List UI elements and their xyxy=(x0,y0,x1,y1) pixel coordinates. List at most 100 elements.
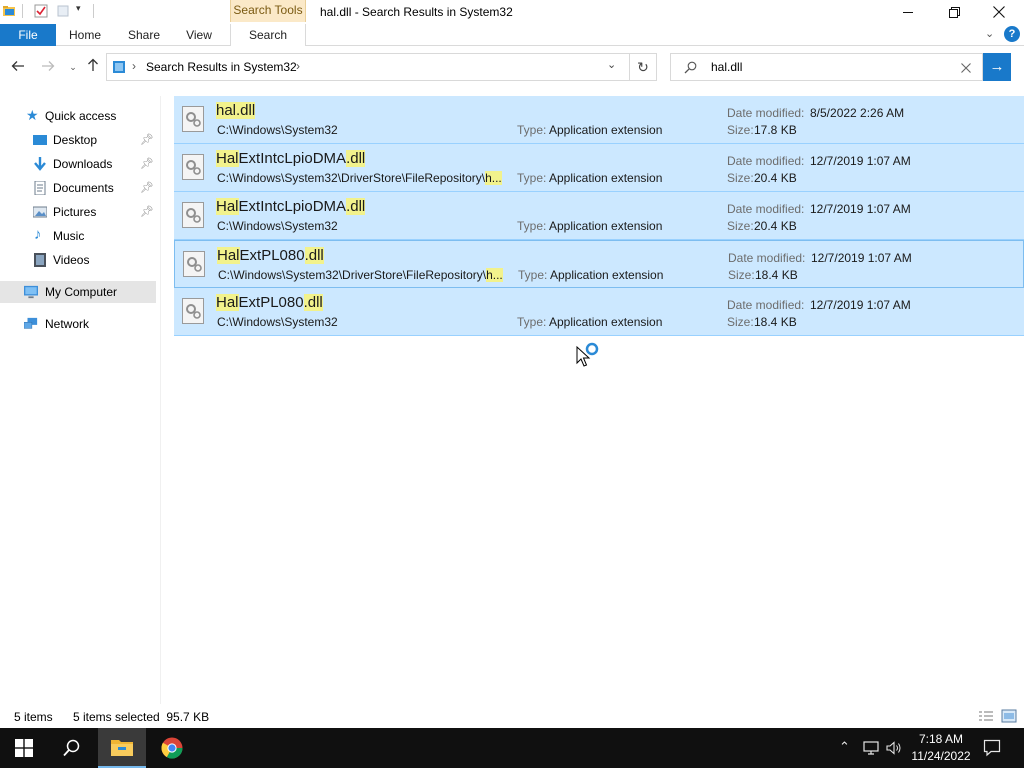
file-name[interactable]: HalExtPL080.dll xyxy=(217,247,324,264)
breadcrumb-separator-icon[interactable]: › xyxy=(132,59,136,73)
selection-info: 5 items selected 95.7 KB xyxy=(73,710,210,724)
breadcrumb-separator-icon[interactable]: › xyxy=(296,59,300,73)
item-count: 5 items xyxy=(14,710,53,724)
date-modified-label: Date modified: xyxy=(728,251,806,265)
search-taskbar-button[interactable] xyxy=(48,728,96,768)
date-modified-label: Date modified: xyxy=(727,106,805,120)
file-explorer-icon xyxy=(111,740,133,756)
network-status-icon[interactable] xyxy=(863,741,879,755)
show-hidden-icons-icon[interactable]: ⌃ xyxy=(839,739,850,755)
up-button[interactable] xyxy=(83,58,103,76)
result-row[interactable]: HalExtIntcLpioDMA.dll C:\Windows\System3… xyxy=(174,192,1024,240)
file-explorer-taskbar-button[interactable] xyxy=(98,728,146,768)
tab-home[interactable]: Home xyxy=(62,24,108,46)
explorer-icon[interactable] xyxy=(2,4,16,18)
search-icon xyxy=(684,61,697,74)
customize-qat-icon[interactable]: ▾ xyxy=(76,3,81,14)
type-value: Application extension xyxy=(549,171,663,185)
nav-desktop[interactable]: Desktop 📌︎ xyxy=(0,129,156,151)
start-button[interactable] xyxy=(0,728,48,768)
qat-divider xyxy=(22,4,23,18)
close-icon xyxy=(993,6,1005,18)
size-value: 20.4 KB xyxy=(754,171,797,185)
help-icon[interactable]: ? xyxy=(1004,26,1020,42)
search-results-icon xyxy=(113,61,125,73)
nav-quick-access-label: Quick access xyxy=(45,109,117,123)
size-value: 18.4 KB xyxy=(754,315,797,329)
nav-quick-access[interactable]: ★ Quick access xyxy=(0,105,156,127)
clock-date[interactable]: 11/24/2022 xyxy=(908,749,974,763)
action-center-icon[interactable] xyxy=(983,739,1001,757)
result-row[interactable]: HalExtPL080.dll C:\Windows\System32\Driv… xyxy=(174,240,1024,288)
back-button[interactable] xyxy=(8,58,28,76)
search-input[interactable]: hal.dll xyxy=(711,60,742,74)
tab-search[interactable]: Search xyxy=(230,24,306,46)
recent-locations-icon[interactable]: ⌄ xyxy=(63,58,83,76)
nav-music-label: Music xyxy=(53,229,85,243)
type-label: Type: xyxy=(517,123,547,137)
properties-icon[interactable] xyxy=(34,4,48,18)
date-modified-value: 8/5/2022 2:26 AM xyxy=(810,106,905,120)
clock-time[interactable]: 7:18 AM xyxy=(910,732,972,746)
volume-icon[interactable] xyxy=(886,741,902,755)
date-modified-label: Date modified: xyxy=(727,298,805,312)
chrome-taskbar-button[interactable] xyxy=(148,728,196,768)
address-bar[interactable]: › Search Results in System32 › ⌄ xyxy=(106,53,630,81)
tab-file[interactable]: File xyxy=(0,24,56,46)
tab-view[interactable]: View xyxy=(180,24,218,46)
nav-videos[interactable]: Videos xyxy=(0,249,156,271)
minimize-button[interactable] xyxy=(885,0,931,24)
title-bar: ▾ Search Tools hal.dll - Search Results … xyxy=(0,0,1024,24)
restore-button[interactable] xyxy=(931,0,977,24)
large-icons-view-icon[interactable] xyxy=(1001,709,1017,723)
search-box[interactable]: hal.dll xyxy=(670,53,983,81)
nav-downloads-label: Downloads xyxy=(53,157,113,171)
pin-icon[interactable]: 📌︎ xyxy=(140,153,154,175)
file-path: C:\Windows\System32\DriverStore\FileRepo… xyxy=(217,171,502,185)
up-arrow-icon xyxy=(88,58,98,71)
navigation-pane: ★ Quick access Desktop 📌︎ Downloads 📌︎ D… xyxy=(0,96,160,704)
pin-icon[interactable]: 📌︎ xyxy=(140,201,154,223)
pin-icon[interactable]: 📌︎ xyxy=(140,129,154,151)
tab-share[interactable]: Share xyxy=(122,24,166,46)
file-name[interactable]: HalExtIntcLpioDMA.dll xyxy=(216,198,366,215)
chrome-icon xyxy=(161,737,183,759)
pictures-icon xyxy=(33,206,47,218)
new-folder-icon[interactable] xyxy=(56,4,70,18)
music-icon: ♪ xyxy=(34,226,42,243)
nav-music[interactable]: ♪ Music xyxy=(0,225,156,247)
nav-network[interactable]: Network xyxy=(0,313,156,335)
size-value: 17.8 KB xyxy=(754,123,797,137)
result-row[interactable]: hal.dll C:\Windows\System32 Type: Applic… xyxy=(174,96,1024,144)
pin-icon[interactable]: 📌︎ xyxy=(140,177,154,199)
nav-pictures[interactable]: Pictures 📌︎ xyxy=(0,201,156,223)
forward-button[interactable] xyxy=(38,58,58,76)
clear-search-icon[interactable] xyxy=(961,63,971,73)
type-value: Application extension xyxy=(549,123,663,137)
search-icon xyxy=(63,739,80,757)
file-name[interactable]: HalExtIntcLpioDMA.dll xyxy=(216,150,366,167)
result-row[interactable]: HalExtPL080.dll C:\Windows\System32 Type… xyxy=(174,288,1024,336)
pane-divider[interactable] xyxy=(160,96,161,704)
minimize-icon xyxy=(903,11,913,13)
file-path: C:\Windows\System32 xyxy=(217,123,338,137)
arrow-right-icon: → xyxy=(989,58,1005,75)
type-label: Type: xyxy=(517,171,547,185)
address-dropdown-icon[interactable]: ⌄ xyxy=(607,58,616,71)
type-value: Application extension xyxy=(549,315,663,329)
expand-ribbon-icon[interactable]: ⌄ xyxy=(985,27,994,40)
search-go-button[interactable]: → xyxy=(983,53,1011,81)
breadcrumb-search-results[interactable]: Search Results in System32 xyxy=(146,60,297,74)
nav-documents[interactable]: Documents 📌︎ xyxy=(0,177,156,199)
file-name[interactable]: HalExtPL080.dll xyxy=(216,294,323,311)
close-button[interactable] xyxy=(976,0,1022,24)
details-view-icon[interactable] xyxy=(978,710,994,723)
nav-pictures-label: Pictures xyxy=(53,205,97,219)
nav-my-computer[interactable]: My Computer xyxy=(0,281,156,303)
result-row[interactable]: HalExtIntcLpioDMA.dll C:\Windows\System3… xyxy=(174,144,1024,192)
forward-arrow-icon xyxy=(42,61,55,71)
nav-downloads[interactable]: Downloads 📌︎ xyxy=(0,153,156,175)
file-name[interactable]: hal.dll xyxy=(216,102,256,119)
size-label: Size: xyxy=(727,315,754,329)
refresh-button[interactable]: ↻ xyxy=(629,53,657,81)
